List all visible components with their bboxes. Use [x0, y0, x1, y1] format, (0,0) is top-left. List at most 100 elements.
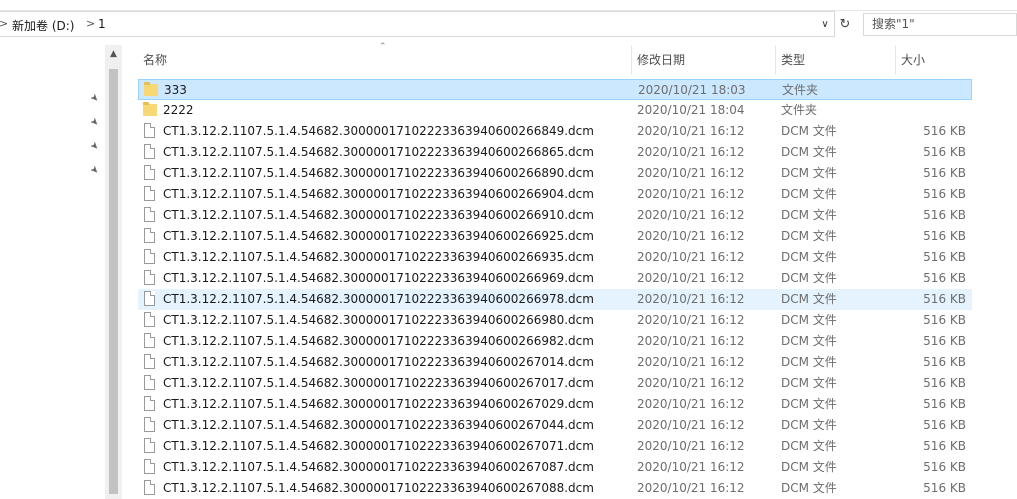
search-input[interactable]: [864, 14, 1012, 34]
column-header-type[interactable]: 类型: [775, 46, 895, 74]
file-row[interactable]: CT1.3.12.2.1107.5.1.4.54682.300000171022…: [138, 205, 972, 226]
scroll-up-icon[interactable]: ▲: [105, 49, 122, 59]
file-date: 2020/10/21 16:12: [637, 376, 745, 390]
file-name: CT1.3.12.2.1107.5.1.4.54682.300000171022…: [163, 397, 594, 411]
file-size: 516 KB: [923, 460, 966, 474]
file-icon: [144, 375, 155, 390]
file-row[interactable]: CT1.3.12.2.1107.5.1.4.54682.300000171022…: [138, 478, 972, 499]
file-row[interactable]: CT1.3.12.2.1107.5.1.4.54682.300000171022…: [138, 394, 972, 415]
file-row[interactable]: CT1.3.12.2.1107.5.1.4.54682.300000171022…: [138, 121, 972, 142]
file-date: 2020/10/21 16:12: [637, 439, 745, 453]
file-row[interactable]: CT1.3.12.2.1107.5.1.4.54682.300000171022…: [138, 310, 972, 331]
file-type: DCM 文件: [781, 271, 837, 285]
breadcrumb-folder[interactable]: 1: [98, 17, 106, 31]
file-row[interactable]: CT1.3.12.2.1107.5.1.4.54682.300000171022…: [138, 226, 972, 247]
file-date: 2020/10/21 16:12: [637, 334, 745, 348]
file-icon: [144, 228, 155, 243]
pin-icon[interactable]: ➤: [87, 140, 101, 154]
file-type: DCM 文件: [781, 166, 837, 180]
file-row[interactable]: CT1.3.12.2.1107.5.1.4.54682.300000171022…: [138, 352, 972, 373]
file-icon: [144, 144, 155, 159]
file-type: 文件夹: [781, 103, 818, 117]
file-type: DCM 文件: [781, 334, 837, 348]
file-size: 516 KB: [923, 271, 966, 285]
chevron-down-icon[interactable]: ∨: [816, 11, 834, 37]
file-size: 516 KB: [923, 292, 966, 306]
file-type: DCM 文件: [781, 292, 837, 306]
file-row[interactable]: CT1.3.12.2.1107.5.1.4.54682.300000171022…: [138, 436, 972, 457]
file-row[interactable]: CT1.3.12.2.1107.5.1.4.54682.300000171022…: [138, 142, 972, 163]
file-date: 2020/10/21 18:03: [638, 83, 746, 97]
file-row[interactable]: CT1.3.12.2.1107.5.1.4.54682.300000171022…: [138, 184, 972, 205]
navigation-pane: ➤ ➤ ➤ ➤: [0, 45, 105, 499]
file-name: CT1.3.12.2.1107.5.1.4.54682.300000171022…: [163, 145, 594, 159]
file-type: 文件夹: [782, 83, 819, 97]
file-size: 516 KB: [923, 418, 966, 432]
breadcrumb-drive[interactable]: 新加卷 (D:): [12, 17, 74, 34]
scrollbar-thumb[interactable]: [109, 69, 118, 494]
file-size: [897, 80, 967, 101]
refresh-icon[interactable]: ↻: [836, 13, 854, 35]
file-icon: [144, 396, 155, 411]
file-row[interactable]: CT1.3.12.2.1107.5.1.4.54682.300000171022…: [138, 457, 972, 478]
file-row[interactable]: 2222 2020/10/21 18:04 文件夹: [138, 100, 972, 121]
breadcrumb-chevron-icon[interactable]: >: [0, 17, 8, 30]
file-name: CT1.3.12.2.1107.5.1.4.54682.300000171022…: [163, 250, 594, 264]
file-icon: [144, 480, 155, 495]
pin-icon[interactable]: ➤: [87, 116, 101, 130]
file-type: DCM 文件: [781, 355, 837, 369]
file-row[interactable]: CT1.3.12.2.1107.5.1.4.54682.300000171022…: [138, 163, 972, 184]
file-row[interactable]: 333 2020/10/21 18:03 文件夹: [138, 79, 972, 100]
file-date: 2020/10/21 16:12: [637, 418, 745, 432]
file-date: 2020/10/21 18:04: [637, 103, 745, 117]
column-header-date[interactable]: 修改日期: [631, 46, 775, 74]
file-row[interactable]: CT1.3.12.2.1107.5.1.4.54682.300000171022…: [138, 289, 972, 310]
file-date: 2020/10/21 16:12: [637, 292, 745, 306]
file-date: 2020/10/21 16:12: [637, 229, 745, 243]
folder-icon: [144, 82, 158, 96]
file-date: 2020/10/21 16:12: [637, 250, 745, 264]
file-name: CT1.3.12.2.1107.5.1.4.54682.300000171022…: [163, 229, 594, 243]
file-date: 2020/10/21 16:12: [637, 187, 745, 201]
file-size: 516 KB: [923, 313, 966, 327]
file-row[interactable]: CT1.3.12.2.1107.5.1.4.54682.300000171022…: [138, 373, 972, 394]
file-type: DCM 文件: [781, 460, 837, 474]
column-header-name[interactable]: 名称: [138, 46, 631, 74]
file-size: 516 KB: [923, 250, 966, 264]
file-name: CT1.3.12.2.1107.5.1.4.54682.300000171022…: [163, 271, 594, 285]
file-name: CT1.3.12.2.1107.5.1.4.54682.300000171022…: [163, 334, 594, 348]
file-icon: [144, 291, 155, 306]
file-row[interactable]: CT1.3.12.2.1107.5.1.4.54682.300000171022…: [138, 331, 972, 352]
file-name: CT1.3.12.2.1107.5.1.4.54682.300000171022…: [163, 439, 594, 453]
file-type: DCM 文件: [781, 439, 837, 453]
file-name: CT1.3.12.2.1107.5.1.4.54682.300000171022…: [163, 208, 594, 222]
file-name: CT1.3.12.2.1107.5.1.4.54682.300000171022…: [163, 460, 594, 474]
file-icon: [144, 354, 155, 369]
breadcrumb-chevron-icon[interactable]: >: [86, 17, 95, 30]
file-size: 516 KB: [923, 355, 966, 369]
file-icon: [144, 312, 155, 327]
file-type: DCM 文件: [781, 145, 837, 159]
file-name: CT1.3.12.2.1107.5.1.4.54682.300000171022…: [163, 376, 594, 390]
file-type: DCM 文件: [781, 187, 837, 201]
file-date: 2020/10/21 16:12: [637, 313, 745, 327]
file-type: DCM 文件: [781, 397, 837, 411]
file-icon: [144, 270, 155, 285]
file-row[interactable]: CT1.3.12.2.1107.5.1.4.54682.300000171022…: [138, 415, 972, 436]
pin-icon[interactable]: ➤: [87, 164, 101, 178]
file-row[interactable]: CT1.3.12.2.1107.5.1.4.54682.300000171022…: [138, 268, 972, 289]
file-row[interactable]: CT1.3.12.2.1107.5.1.4.54682.300000171022…: [138, 247, 972, 268]
file-size: 516 KB: [923, 145, 966, 159]
navigation-scrollbar[interactable]: ▲: [105, 45, 122, 499]
column-header-size[interactable]: 大小: [895, 46, 974, 74]
search-box[interactable]: [863, 13, 1017, 36]
file-date: 2020/10/21 16:12: [637, 145, 745, 159]
pin-icon[interactable]: ➤: [87, 92, 101, 106]
file-size: 516 KB: [923, 187, 966, 201]
file-icon: [144, 333, 155, 348]
address-bar[interactable]: > 新加卷 (D:) > 1: [0, 11, 835, 37]
file-date: 2020/10/21 16:12: [637, 481, 745, 495]
file-icon: [144, 123, 155, 138]
file-size: 516 KB: [923, 334, 966, 348]
file-name: CT1.3.12.2.1107.5.1.4.54682.300000171022…: [163, 124, 594, 138]
